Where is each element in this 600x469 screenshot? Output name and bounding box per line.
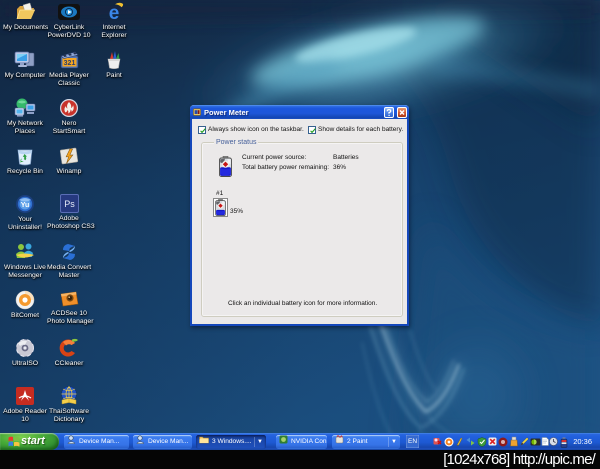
svg-text:Ps: Ps — [64, 199, 75, 209]
svg-text:321: 321 — [63, 60, 75, 67]
svg-text:Yu: Yu — [21, 202, 30, 209]
svg-text:e: e — [109, 3, 120, 22]
